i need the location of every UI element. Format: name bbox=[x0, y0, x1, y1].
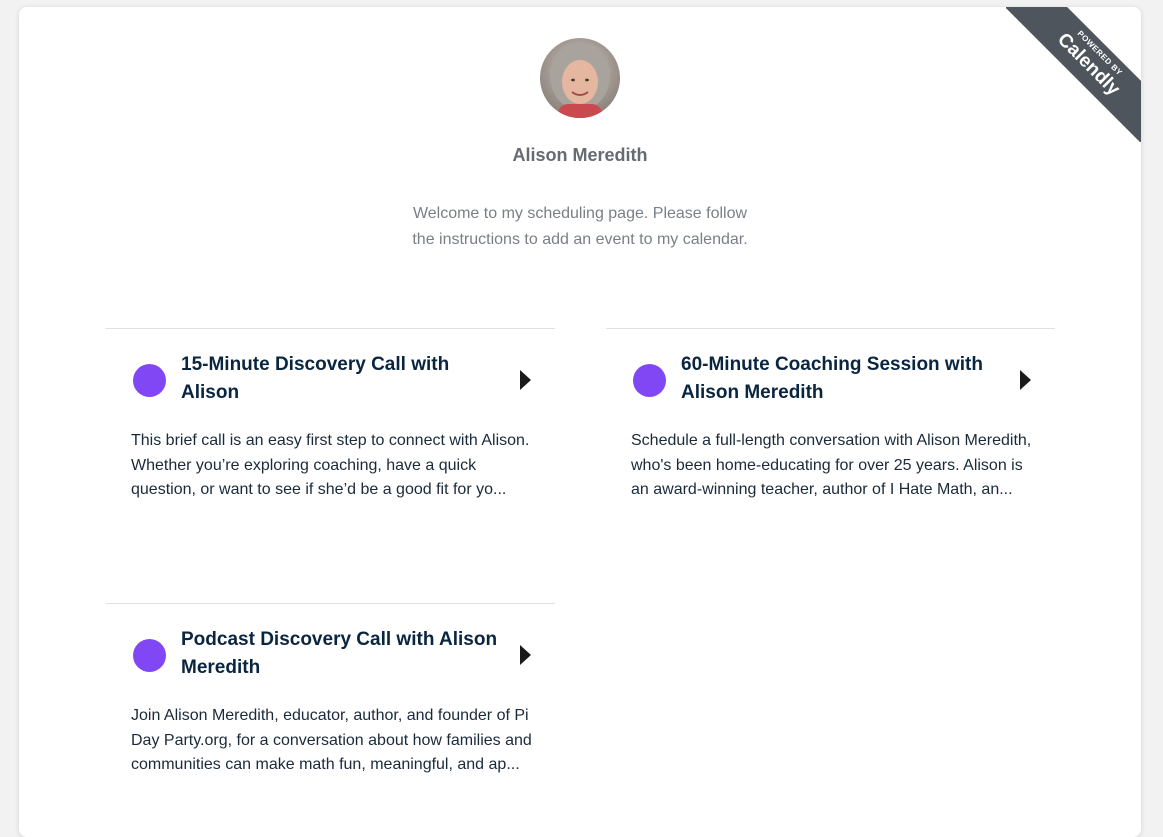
event-type-item[interactable]: 60-Minute Coaching Session with Alison M… bbox=[606, 328, 1055, 569]
badge-ribbon: POWERED BY Calendly bbox=[1006, 7, 1141, 142]
event-title: Podcast Discovery Call with Alison Mered… bbox=[181, 629, 498, 678]
host-name: Alison Meredith bbox=[512, 145, 648, 165]
avatar bbox=[540, 38, 620, 118]
arrow-right-icon bbox=[1020, 370, 1031, 390]
event-title: 15-Minute Discovery Call with Alison bbox=[181, 354, 450, 403]
avatar-photo bbox=[540, 38, 620, 118]
scheduling-card: POWERED BY Calendly Alison Meredith Welc… bbox=[19, 7, 1141, 837]
event-description: Schedule a full-length conversation with… bbox=[631, 432, 1032, 498]
welcome-message: Welcome to my scheduling page. Please fo… bbox=[412, 205, 748, 248]
event-color-dot bbox=[633, 364, 666, 397]
event-type-item[interactable]: 15-Minute Discovery Call with Alison Thi… bbox=[106, 328, 555, 569]
event-description: Join Alison Meredith, educator, author, … bbox=[131, 707, 532, 773]
event-title: 60-Minute Coaching Session with Alison M… bbox=[681, 354, 983, 403]
powered-by-calendly-badge[interactable]: POWERED BY Calendly bbox=[1006, 7, 1141, 142]
arrow-right-icon bbox=[520, 645, 531, 665]
event-type-item[interactable]: Podcast Discovery Call with Alison Mered… bbox=[106, 603, 555, 837]
arrow-right-icon bbox=[520, 370, 531, 390]
event-color-dot bbox=[133, 364, 166, 397]
event-color-dot bbox=[133, 639, 166, 672]
event-description: This brief call is an easy first step to… bbox=[131, 432, 530, 498]
